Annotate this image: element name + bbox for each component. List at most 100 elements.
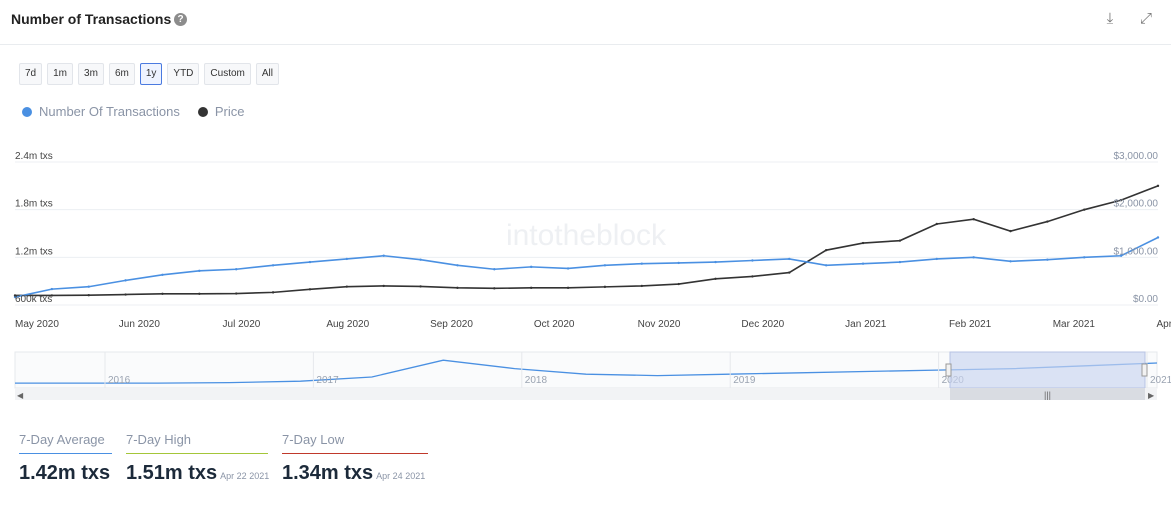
x-axis-tick-label: Aug 2020	[326, 319, 369, 330]
question-icon[interactable]: ?	[174, 13, 187, 26]
x-axis-tick-label: Sep 2020	[430, 319, 473, 330]
transactions-point	[788, 257, 791, 261]
price-point	[87, 294, 90, 297]
transactions-point	[640, 262, 644, 265]
transactions-point	[87, 285, 90, 288]
right-axis-tick-label: $3,000.00	[1114, 151, 1159, 162]
scroll-right-icon: ▶	[1148, 391, 1155, 400]
stat-average: 7-Day Average 1.42m txs	[19, 432, 112, 485]
price-point	[1083, 208, 1086, 211]
navigator-selection	[949, 351, 1146, 389]
price-point	[566, 286, 570, 290]
transactions-point	[493, 268, 496, 271]
range-button-1m[interactable]: 1m	[47, 63, 74, 85]
scrollbar-grip-icon: |||	[1044, 390, 1051, 400]
transactions-point	[1009, 260, 1012, 263]
x-axis-tick-label: Dec 2020	[741, 319, 784, 330]
x-axis-tick-label: Jul 2020	[223, 319, 261, 330]
price-point	[419, 285, 422, 288]
chart-area: intotheblock 600k txs 1.2m txs 1.8m txs 2.4…	[13, 151, 1171, 400]
range-button-custom[interactable]: Custom	[204, 63, 251, 85]
legend-item-transactions[interactable]: Number Of Transactions	[22, 104, 180, 119]
transactions-point	[1083, 256, 1086, 259]
transactions-point	[198, 269, 201, 273]
chart-legend: Number Of Transactions Price	[22, 104, 245, 119]
price-point	[456, 286, 459, 290]
transactions-point	[603, 264, 607, 267]
right-axis-tick-label: $1,000.00	[1114, 246, 1159, 257]
expand-icon[interactable]: ⤢	[1137, 10, 1155, 28]
transactions-point	[419, 258, 422, 261]
transactions-point	[714, 260, 717, 264]
navigator-year-label: 2019	[733, 375, 756, 386]
right-axis-tick-label: $0.00	[1133, 294, 1158, 305]
price-point	[308, 288, 312, 291]
x-axis-tick-label: Jan 2021	[845, 319, 887, 330]
transactions-point	[898, 260, 902, 264]
transactions-point	[566, 267, 570, 270]
stat-high-label: 7-Day High	[126, 432, 268, 454]
range-button-6m[interactable]: 6m	[108, 63, 135, 85]
scroll-left-icon: ◀	[17, 391, 24, 400]
price-point	[1046, 220, 1049, 223]
stat-low: 7-Day Low 1.34m txs Apr 24 2021	[282, 432, 428, 485]
chart-title: Number of Transactions	[11, 11, 172, 27]
range-button-3m[interactable]: 3m	[78, 63, 104, 85]
left-axis-tick-label: 600k txs	[15, 294, 52, 305]
price-point	[677, 282, 680, 286]
price-point	[714, 277, 717, 280]
legend-dot-price	[197, 106, 208, 117]
transactions-point	[972, 256, 975, 259]
transactions-point	[751, 259, 754, 262]
stat-average-label: 7-Day Average	[19, 432, 112, 454]
chart-header: Number of Transactions ? ⤓ ⤢	[0, 0, 1171, 45]
left-axis-tick-label: 1.8m txs	[15, 199, 53, 210]
legend-dot-transactions	[22, 106, 32, 117]
price-point	[972, 218, 975, 221]
transactions-point	[935, 257, 938, 261]
stat-high-date: Apr 22 2021	[220, 471, 270, 481]
x-axis-tick-label: Jun 2020	[119, 319, 161, 330]
range-button-all[interactable]: All	[255, 63, 279, 85]
range-button-ytd[interactable]: YTD	[167, 63, 200, 85]
legend-item-price[interactable]: Price	[197, 104, 245, 119]
transactions-point	[345, 257, 349, 261]
stat-high-value: 1.51m txs Apr 22 2021	[126, 462, 270, 484]
price-point	[824, 248, 828, 252]
price-point	[1156, 184, 1160, 188]
price-point	[603, 285, 607, 289]
left-axis-tick-label: 2.4m txs	[15, 151, 53, 162]
price-point	[640, 284, 644, 288]
navigator-handle-right	[1141, 363, 1148, 377]
download-icon[interactable]: ⤓	[1101, 10, 1119, 28]
navigator-year-label: 2017	[316, 375, 339, 386]
stat-low-date: Apr 24 2021	[376, 471, 426, 481]
price-point	[1009, 229, 1012, 233]
transactions-point	[382, 254, 385, 257]
stat-low-value: 1.34m txs Apr 24 2021	[282, 462, 426, 484]
price-point	[198, 292, 201, 295]
range-button-7d[interactable]: 7d	[19, 63, 43, 85]
x-axis-tick-label: Feb 2021	[949, 319, 992, 330]
transactions-point	[124, 279, 127, 282]
range-button-1y[interactable]: 1y	[139, 63, 163, 85]
price-point	[529, 286, 533, 290]
navigator-year-label: 2021	[1150, 375, 1171, 386]
stat-low-label: 7-Day Low	[282, 432, 428, 454]
range-selector: 7d 1m 3m 6m 1y YTD Custom All	[19, 63, 279, 85]
x-axis-tick-label: Nov 2020	[638, 319, 681, 330]
stats-row: 7-Day Average 1.42m txs 7-Day High 1.51m…	[19, 432, 428, 485]
navigator-handle-left	[945, 363, 952, 377]
x-axis-tick-label: Mar 2021	[1053, 319, 1096, 330]
stat-high: 7-Day High 1.51m txs Apr 22 2021	[126, 432, 270, 485]
price-point	[861, 241, 865, 245]
price-point	[898, 239, 902, 242]
price-point	[161, 292, 164, 295]
transactions-point	[456, 264, 459, 267]
price-point	[124, 293, 127, 296]
transactions-point	[235, 268, 238, 271]
x-axis-tick-label: Oct 2020	[534, 319, 575, 330]
stat-average-value: 1.42m txs	[19, 462, 111, 484]
legend-label-transactions: Number Of Transactions	[39, 104, 180, 119]
price-point	[382, 284, 385, 288]
